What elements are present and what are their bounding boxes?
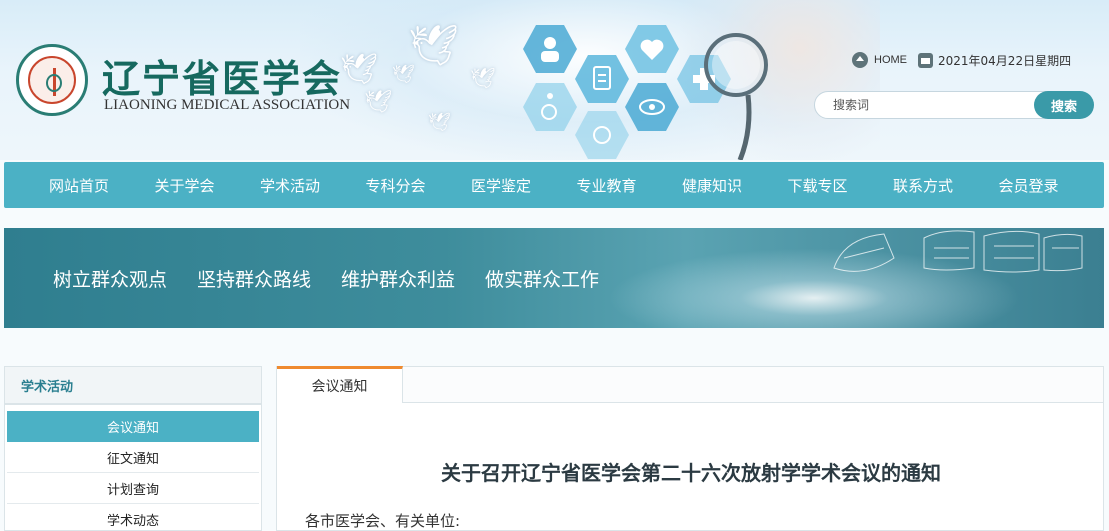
search-input[interactable] bbox=[814, 91, 1064, 119]
nav-item-academic[interactable]: 学术活动 bbox=[260, 175, 366, 196]
logo-snake bbox=[46, 74, 62, 92]
hexagon-heart-icon bbox=[624, 24, 680, 74]
dove-icon: 🕊 bbox=[408, 23, 459, 69]
current-date: 2021年04月22日星期四 bbox=[918, 51, 1071, 69]
hexagon-doctor-icon bbox=[522, 24, 578, 74]
main-nav: 网站首页 关于学会 学术活动 专科分会 医学鉴定 专业教育 健康知识 下载专区 … bbox=[4, 162, 1104, 208]
logo-emblem bbox=[28, 56, 76, 104]
tab-meeting-notice[interactable]: 会议通知 bbox=[277, 366, 403, 403]
article-greeting: 各市医学会、有关单位: bbox=[305, 512, 461, 530]
nav-item-contact[interactable]: 联系方式 bbox=[893, 175, 999, 196]
search-button[interactable]: 搜索 bbox=[1034, 91, 1094, 119]
nav-item-home[interactable]: 网站首页 bbox=[49, 175, 155, 196]
dove-icon: 🕊 bbox=[470, 66, 496, 90]
stethoscope-decoration bbox=[704, 33, 768, 160]
nav-item-appraisal[interactable]: 医学鉴定 bbox=[471, 175, 577, 196]
nav-item-downloads[interactable]: 下载专区 bbox=[788, 175, 894, 196]
date-text: 2021年04月22日星期四 bbox=[938, 53, 1072, 68]
tab-bar: 会议通知 bbox=[277, 366, 1103, 403]
hexagon-cell-icon bbox=[574, 110, 630, 160]
nav-item-login[interactable]: 会员登录 bbox=[999, 175, 1105, 196]
home-link[interactable]: HOME bbox=[852, 51, 907, 69]
nav-item-about[interactable]: 关于学会 bbox=[155, 175, 261, 196]
org-name-cn: 辽宁省医学会 bbox=[102, 56, 343, 101]
slogan-item: 树立群众观点 bbox=[53, 269, 168, 291]
home-icon bbox=[852, 52, 868, 68]
sidebar-item-meeting-notice[interactable]: 会议通知 bbox=[7, 411, 259, 442]
site-header: 🕊 🕊 🕊 🕊 🕊 🕊 辽宁省医学会 LIAONING MEDICAL ASSO… bbox=[0, 0, 1109, 160]
sidebar-item-call-for-papers[interactable]: 征文通知 bbox=[7, 442, 259, 473]
article-title: 关于召开辽宁省医学会第二十六次放射学学术会议的通知 bbox=[441, 461, 941, 485]
slogan-list: 树立群众观点 坚持群众路线 维护群众利益 做实群众工作 bbox=[53, 265, 599, 292]
dove-icon: 🕊 bbox=[340, 52, 379, 87]
sidebar-menu: 会议通知 征文通知 计划查询 学术动态 bbox=[5, 405, 261, 531]
org-name-en: LIAONING MEDICAL ASSOCIATION bbox=[104, 97, 351, 113]
slogan-item: 做实群众工作 bbox=[485, 269, 600, 291]
nav-item-branches[interactable]: 专科分会 bbox=[366, 175, 472, 196]
hexagon-wheelchair-icon bbox=[522, 82, 578, 132]
search-bar: 搜索 bbox=[814, 91, 1094, 119]
sidebar-title: 学术活动 bbox=[5, 367, 261, 405]
nav-item-health[interactable]: 健康知识 bbox=[682, 175, 788, 196]
hexagon-eye-icon bbox=[624, 82, 680, 132]
nav-item-education[interactable]: 专业教育 bbox=[577, 175, 683, 196]
slogan-item: 维护群众利益 bbox=[341, 269, 456, 291]
wireframe-hand-decoration bbox=[833, 230, 1083, 273]
sidebar: 学术活动 会议通知 征文通知 计划查询 学术动态 bbox=[4, 366, 262, 531]
sidebar-item-academic-news[interactable]: 学术动态 bbox=[7, 504, 259, 531]
dove-icon: 🕊 bbox=[428, 112, 451, 133]
slogan-banner: 树立群众观点 坚持群众路线 维护群众利益 做实群众工作 bbox=[4, 228, 1104, 328]
main-content: 会议通知 关于召开辽宁省医学会第二十六次放射学学术会议的通知 各市医学会、有关单… bbox=[276, 366, 1104, 531]
slogan-item: 坚持群众路线 bbox=[197, 269, 312, 291]
home-label: HOME bbox=[874, 54, 907, 66]
hexagon-clipboard-icon bbox=[574, 54, 630, 104]
dove-icon: 🕊 bbox=[364, 90, 392, 115]
association-logo[interactable] bbox=[16, 44, 88, 116]
calendar-icon bbox=[918, 52, 933, 68]
sidebar-item-plan-query[interactable]: 计划查询 bbox=[7, 473, 259, 504]
dove-icon: 🕊 bbox=[392, 64, 415, 85]
